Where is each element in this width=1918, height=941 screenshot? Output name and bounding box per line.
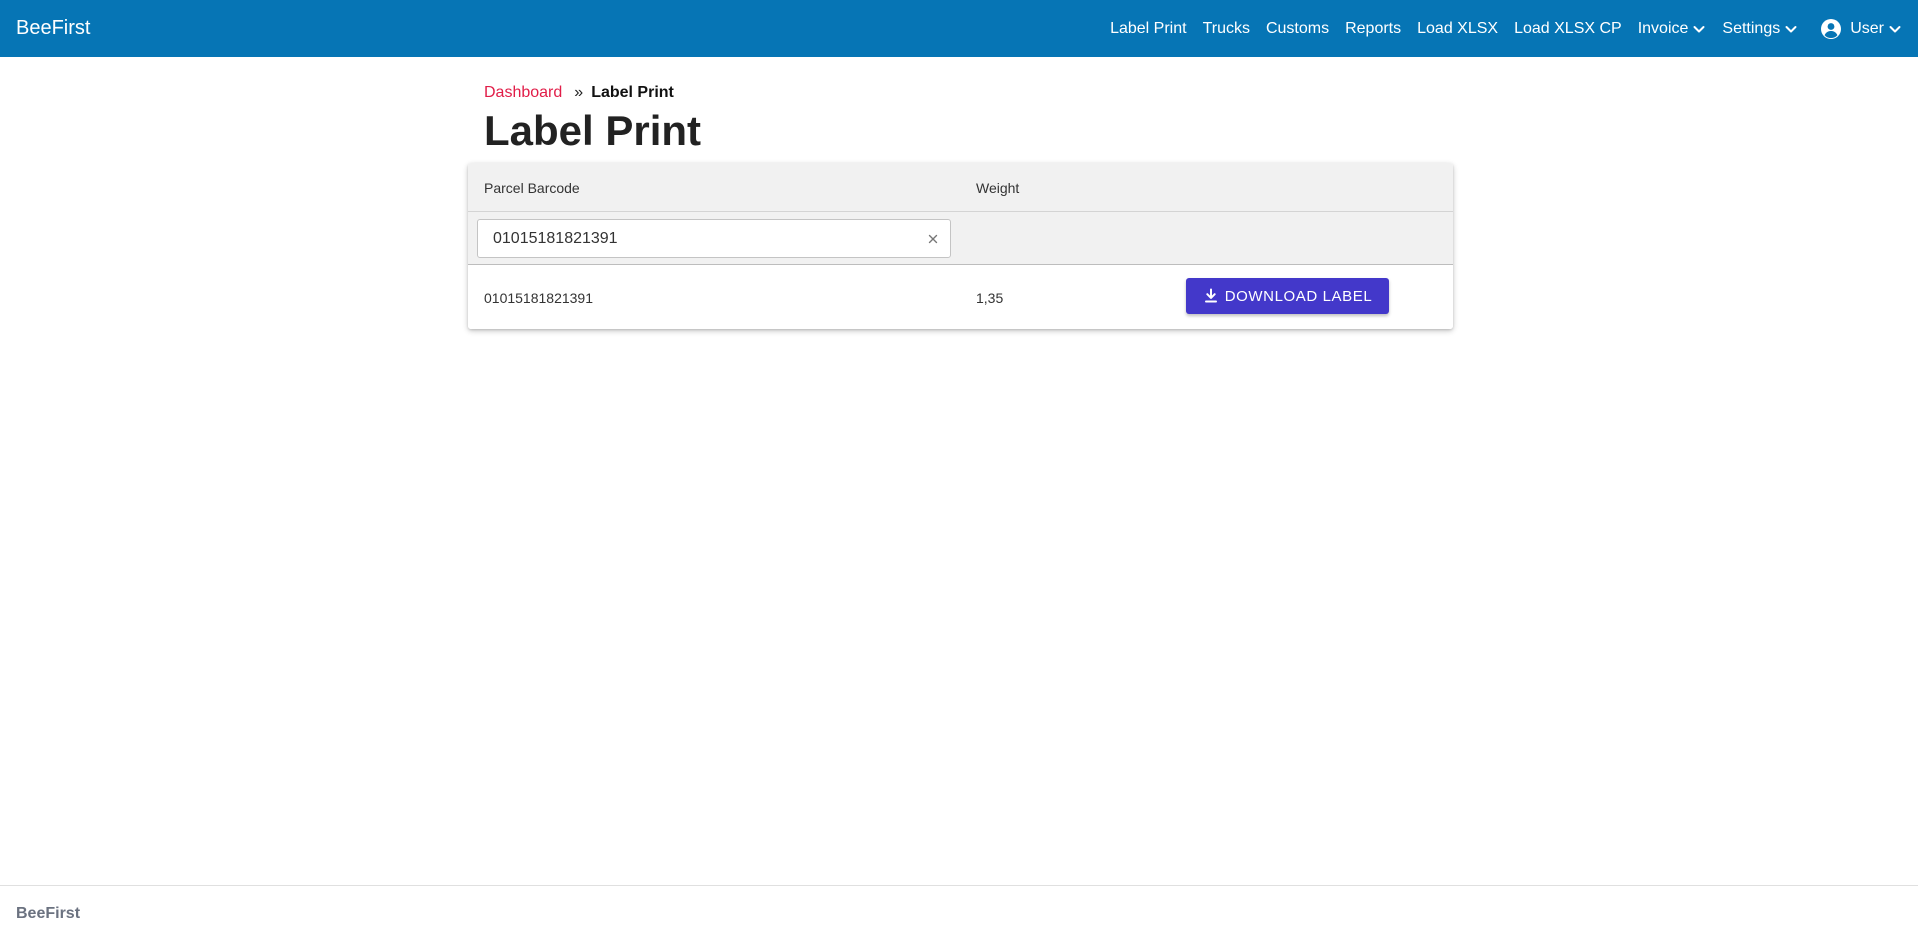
- nav-label-print[interactable]: Label Print: [1110, 20, 1187, 38]
- chevron-down-icon: [1888, 22, 1902, 36]
- breadcrumb-separator: »: [574, 84, 584, 101]
- breadcrumb-dashboard-link[interactable]: Dashboard: [484, 84, 562, 102]
- barcode-filter-input[interactable]: [478, 220, 950, 257]
- footer-brand: BeeFirst: [16, 905, 81, 922]
- nav-links: Label Print Trucks Customs Reports Load …: [1094, 0, 1902, 57]
- chevron-down-icon: [1692, 22, 1706, 36]
- label-table: Parcel Barcode Weight 01015181821391 1,3…: [468, 163, 1453, 329]
- nav-load-xlsx-cp[interactable]: Load XLSX CP: [1514, 20, 1622, 38]
- table-row: 01015181821391 1,35 Download Label: [468, 265, 1453, 329]
- nav-invoice-label: Invoice: [1637, 19, 1689, 37]
- table-header-row: Parcel Barcode Weight: [468, 163, 1453, 212]
- nav-reports[interactable]: Reports: [1345, 20, 1401, 38]
- page-title: Label Print: [484, 107, 702, 154]
- close-icon[interactable]: [926, 232, 940, 246]
- footer: BeeFirst: [0, 885, 1918, 941]
- barcode-filter-field: [477, 219, 951, 258]
- user-circle-icon: [1820, 18, 1842, 40]
- nav-settings-label: Settings: [1722, 19, 1781, 37]
- top-navbar: BeeFirst Label Print Trucks Customs Repo…: [0, 0, 1918, 57]
- nav-user-label: User: [1850, 19, 1884, 37]
- breadcrumb: Dashboard » Label Print: [484, 84, 674, 102]
- nav-load-xlsx[interactable]: Load XLSX: [1417, 20, 1498, 38]
- nav-trucks[interactable]: Trucks: [1203, 20, 1250, 38]
- cell-parcel-barcode: 01015181821391: [484, 290, 594, 306]
- breadcrumb-current: Label Print: [591, 84, 674, 101]
- nav-settings-dropdown[interactable]: Settings: [1722, 20, 1798, 38]
- brand-logo[interactable]: BeeFirst: [16, 17, 90, 40]
- column-header-parcel-barcode[interactable]: Parcel Barcode: [484, 180, 580, 196]
- download-label-button[interactable]: Download Label: [1186, 278, 1389, 314]
- download-icon: [1203, 288, 1219, 304]
- chevron-down-icon: [1784, 22, 1798, 36]
- nav-customs[interactable]: Customs: [1266, 20, 1329, 38]
- column-header-weight[interactable]: Weight: [976, 180, 1019, 196]
- cell-weight: 1,35: [976, 290, 1004, 306]
- download-label-text: Download Label: [1224, 287, 1373, 305]
- nav-user-dropdown[interactable]: User: [1820, 18, 1902, 40]
- table-filter-row: [468, 212, 1453, 265]
- nav-invoice-dropdown[interactable]: Invoice: [1638, 20, 1707, 38]
